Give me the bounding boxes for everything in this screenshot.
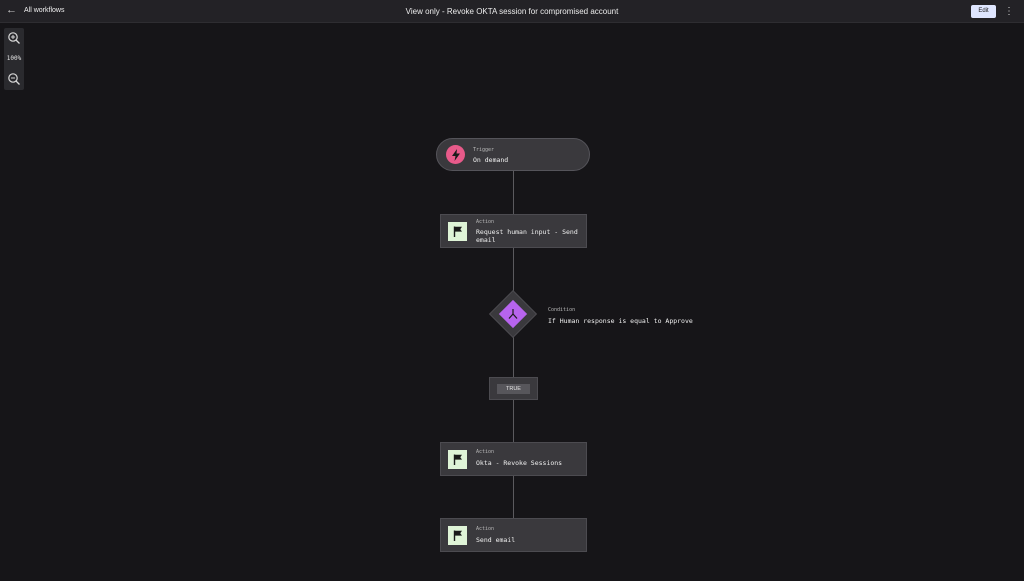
lightning-icon [446,145,465,164]
edit-button[interactable]: Edit [971,5,996,18]
true-branch-node[interactable]: TRUE [489,377,538,400]
action-kind: Action [476,219,495,225]
action-label-line2: email [476,236,496,244]
edge-trigger-to-action [513,171,514,214]
zoom-in-icon[interactable] [7,31,21,45]
action-node-send-email[interactable]: Action Send email [440,518,587,552]
action-label: Okta - Revoke Sessions [476,459,563,467]
zoom-controls: 100% [4,28,24,90]
action-label: Send email [476,536,516,544]
trigger-node[interactable]: Trigger On demand [436,138,590,171]
zoom-level: 100% [6,55,22,62]
true-branch-label: TRUE [497,384,530,394]
edge-true-to-action [513,400,514,442]
action-kind: Action [476,526,495,532]
condition-kind: Condition [548,307,576,313]
trigger-kind: Trigger [473,147,495,153]
flag-icon [448,526,467,545]
branch-icon [508,309,518,319]
page-title: View only - Revoke OKTA session for comp… [405,7,619,16]
more-options-icon[interactable]: ⋮ [1002,4,1016,19]
flag-icon [448,450,467,469]
trigger-label: On demand [473,156,509,164]
top-bar: ← All workflows View only - Revoke OKTA … [0,0,1024,23]
condition-label: If Human response is equal to Approve [548,317,693,325]
edge-action-to-action [513,476,514,518]
flag-icon [448,222,467,241]
zoom-out-icon[interactable] [7,72,21,86]
action-node-request-input[interactable]: Action Request human input - Send email [440,214,587,248]
action-kind: Action [476,449,495,455]
action-node-okta-revoke[interactable]: Action Okta - Revoke Sessions [440,442,587,476]
